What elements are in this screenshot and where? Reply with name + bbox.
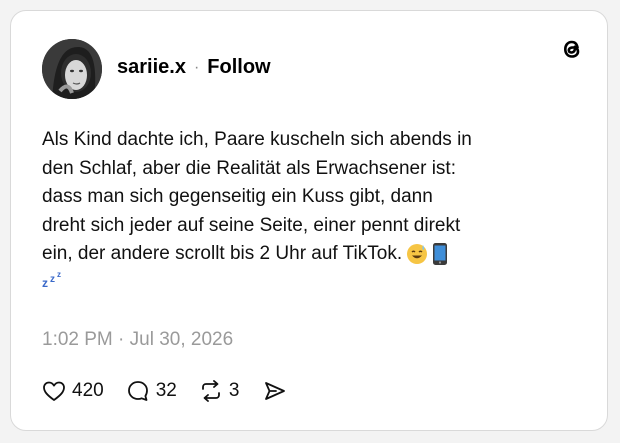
heart-icon — [43, 381, 65, 401]
header-separator: · — [193, 58, 200, 76]
svg-text:z: z — [42, 276, 48, 289]
post-timestamp: 1:02 PM · Jul 30, 2026 — [42, 329, 234, 350]
comment-count: 32 — [155, 380, 177, 401]
zzz-emoji: z z z — [42, 270, 61, 290]
mobile-phone-emoji — [433, 242, 448, 265]
post-text-line: ein, der andere scrollt bis 2 Uhr auf Ti… — [42, 243, 403, 264]
share-button[interactable] — [263, 379, 287, 403]
post-card: sariie.x · Follow Als Kind dachte ich, P… — [10, 10, 608, 431]
comment-icon — [127, 381, 148, 401]
send-icon — [265, 382, 286, 400]
svg-text:z: z — [57, 270, 61, 279]
post-header: sariie.x · Follow — [117, 56, 271, 79]
post-text-line: dreht sich jeder auf seine Seite, einer … — [42, 214, 461, 236]
repost-count: 3 — [228, 380, 240, 401]
avatar[interactable] — [42, 39, 102, 99]
post-text-line: den Schlaf, aber die Realität als Erwach… — [42, 157, 456, 179]
repost-icon — [201, 380, 220, 402]
threads-logo-icon[interactable] — [559, 36, 585, 62]
like-count: 420 — [72, 380, 104, 401]
action-bar: 420 32 3 — [42, 379, 287, 403]
avatar-image — [42, 39, 102, 99]
sweat-smile-emoji — [407, 243, 428, 264]
svg-text:z: z — [50, 274, 55, 285]
username[interactable]: sariie.x — [117, 56, 186, 79]
post-text: Als Kind dachte ich, Paare kuscheln sich… — [42, 126, 567, 298]
follow-button[interactable]: Follow — [207, 56, 270, 79]
post-text-line: dass man sich gegenseitig ein Kuss gibt,… — [42, 186, 433, 207]
post-text-line-zzz: z z z — [42, 269, 567, 299]
post-text-line: Als Kind dachte ich, Paare kuscheln sich… — [42, 129, 472, 150]
repost-button[interactable]: 3 — [199, 379, 240, 403]
like-button[interactable]: 420 — [42, 380, 104, 402]
post-text-line-with-emoji: ein, der andere scrollt bis 2 Uhr auf Ti… — [42, 240, 567, 269]
comment-button[interactable]: 32 — [126, 379, 177, 403]
